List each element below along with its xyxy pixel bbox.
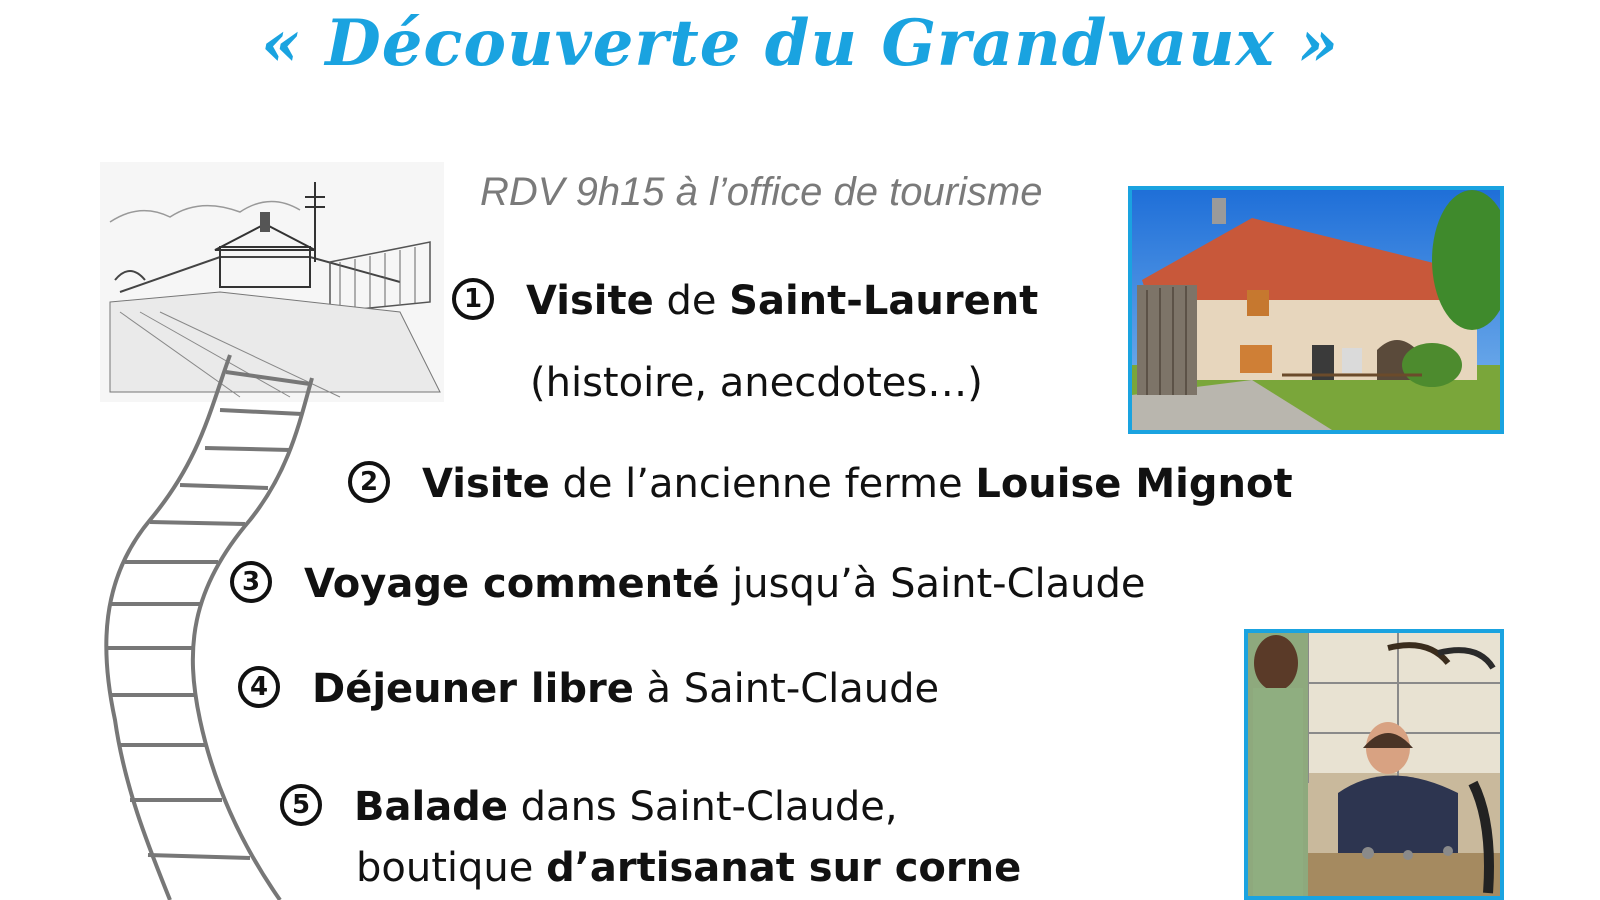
step-3: 3 Voyage commenté jusqu’à Saint-Claude	[230, 560, 1146, 608]
step-1-subtitle: (histoire, anecdotes…)	[530, 360, 983, 406]
step-1: 1 Visite de Saint-Laurent	[452, 277, 1038, 325]
craftsman-photo	[1244, 629, 1504, 900]
step-5-sub-text: boutique	[356, 845, 547, 891]
step-number-5: 5	[280, 784, 322, 826]
step-number-2: 2	[348, 461, 390, 503]
step-number-3: 3	[230, 561, 272, 603]
step-5: 5 Balade dans Saint-Claude,	[280, 783, 898, 831]
step-4-bold-1: Déjeuner libre	[312, 666, 634, 712]
step-1-bold-2: Saint-Laurent	[729, 278, 1039, 324]
step-1-bold-1: Visite	[526, 278, 654, 324]
step-1-text: de	[653, 278, 730, 324]
farm-photo	[1128, 186, 1504, 434]
step-5-bold-1: Balade	[354, 784, 508, 830]
step-number-4: 4	[238, 666, 280, 708]
step-4: 4 Déjeuner libre à Saint-Claude	[238, 665, 939, 713]
step-4-text: à Saint-Claude	[633, 666, 940, 712]
step-2-text: de l’ancienne ferme	[549, 461, 976, 507]
meeting-point-text: RDV 9h15 à l’office de tourisme	[480, 170, 1043, 214]
step-3-bold-1: Voyage commenté	[304, 561, 720, 607]
step-3-text: jusqu’à Saint-Claude	[719, 561, 1146, 607]
step-5-subtitle: boutique d’artisanat sur corne	[356, 845, 1021, 891]
step-2: 2 Visite de l’ancienne ferme Louise Migno…	[348, 460, 1293, 508]
step-5-text: dans Saint-Claude,	[507, 784, 898, 830]
step-2-bold-1: Visite	[422, 461, 550, 507]
step-5-sub-bold: d’artisanat sur corne	[546, 845, 1022, 891]
step-2-bold-2: Louise Mignot	[975, 461, 1293, 507]
step-number-1: 1	[452, 278, 494, 320]
